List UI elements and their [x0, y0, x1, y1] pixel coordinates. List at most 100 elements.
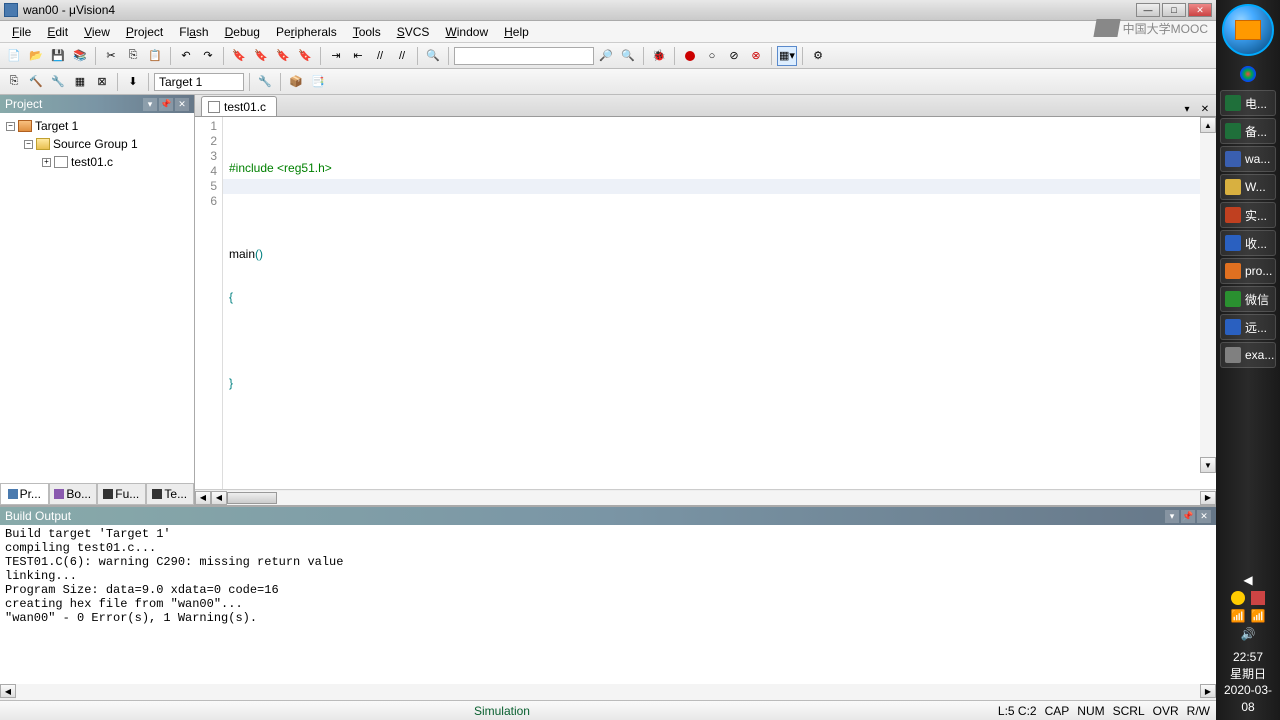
menu-peripherals[interactable]: Peripherals [268, 23, 345, 41]
save-all-button[interactable] [70, 46, 90, 66]
outdent-button[interactable] [348, 46, 368, 66]
new-button[interactable] [4, 46, 24, 66]
build-close-button[interactable]: ✕ [1197, 510, 1211, 523]
panel-close-button[interactable]: ✕ [175, 98, 189, 111]
taskbar-app-2[interactable]: wa... [1220, 146, 1276, 172]
breakpoint-kill-button[interactable]: ⊗ [746, 46, 766, 66]
editor-tab-test01[interactable]: test01.c [201, 96, 277, 116]
tab-project[interactable]: Pr... [0, 484, 49, 505]
taskbar-app-1[interactable]: 备... [1220, 118, 1276, 144]
editor-vscrollbar[interactable]: ▲ ▼ [1200, 117, 1216, 473]
clock[interactable]: 22:57 星期日 2020-03-08 [1220, 649, 1276, 716]
code-editor[interactable]: 1 2 3 4 5 6 #include <reg51.h> main() { [195, 117, 1216, 489]
menu-help[interactable]: Help [496, 23, 537, 41]
window-layout-button[interactable]: ▦▾ [777, 46, 797, 66]
menu-window[interactable]: Window [437, 23, 496, 41]
indent-button[interactable] [326, 46, 346, 66]
configure-button[interactable] [808, 46, 828, 66]
menu-tools[interactable]: Tools [345, 23, 389, 41]
tree-file-node[interactable]: + test01.c [2, 153, 192, 171]
scroll-up-button[interactable]: ▲ [1200, 117, 1216, 133]
bookmark-clear-button[interactable] [295, 46, 315, 66]
find-button[interactable] [423, 46, 443, 66]
bookmark-prev-button[interactable] [229, 46, 249, 66]
manage-rte-button[interactable]: 📑 [308, 72, 328, 92]
build-hscrollbar[interactable]: ◀ ▶ [0, 684, 1216, 700]
paste-button[interactable] [145, 46, 165, 66]
find-combo[interactable] [454, 47, 594, 65]
menu-edit[interactable]: Edit [39, 23, 76, 41]
find-in-files-button[interactable]: 🔎 [596, 46, 616, 66]
taskbar-app-5[interactable]: 收... [1220, 230, 1276, 256]
taskbar-app-7[interactable]: 微信 [1220, 286, 1276, 312]
breakpoint-enable-button[interactable]: ○ [702, 46, 722, 66]
project-tree[interactable]: − Target 1 − Source Group 1 + test01.c [0, 113, 194, 483]
scroll-down-button[interactable]: ▼ [1200, 457, 1216, 473]
debug-button[interactable] [649, 46, 669, 66]
expander-icon[interactable]: + [42, 158, 51, 167]
start-button[interactable] [1222, 4, 1274, 56]
copy-button[interactable] [123, 46, 143, 66]
tab-list-button[interactable]: ▾ [1180, 102, 1194, 116]
batch-build-button[interactable]: ▦ [70, 72, 90, 92]
scroll-left-button[interactable]: ◀ [195, 491, 211, 505]
menu-file[interactable]: File [4, 23, 39, 41]
minimize-button[interactable]: — [1136, 3, 1160, 17]
taskbar-app-9[interactable]: exa... [1220, 342, 1276, 368]
menu-project[interactable]: Project [118, 23, 171, 41]
build-pin-button[interactable]: 📌 [1181, 510, 1195, 523]
menu-flash[interactable]: Flash [171, 23, 216, 41]
save-button[interactable] [48, 46, 68, 66]
tray-expand-button[interactable]: ◀ [1243, 573, 1252, 587]
bookmark-next-button[interactable] [251, 46, 271, 66]
taskbar-app-8[interactable]: 远... [1220, 314, 1276, 340]
build-dropdown-button[interactable]: ▾ [1165, 510, 1179, 523]
target-options-button[interactable]: 🔧 [255, 72, 275, 92]
scroll-right-button[interactable]: ▶ [1200, 491, 1216, 505]
breakpoint-disable-button[interactable]: ⊘ [724, 46, 744, 66]
scroll-left2-button[interactable]: ◀ [211, 491, 227, 505]
tray-icon-2[interactable] [1251, 591, 1265, 605]
scroll-thumb[interactable] [227, 492, 277, 504]
open-button[interactable] [26, 46, 46, 66]
tray-icon-3[interactable]: 📶 [1231, 609, 1245, 623]
target-combo[interactable]: Target 1 [154, 73, 244, 91]
stop-build-button[interactable]: ⊠ [92, 72, 112, 92]
rebuild-button[interactable] [48, 72, 68, 92]
expander-icon[interactable]: − [24, 140, 33, 149]
tab-templates[interactable]: Te... [146, 484, 195, 505]
translate-button[interactable]: ⎘ [4, 72, 24, 92]
bookmark-toggle-button[interactable] [273, 46, 293, 66]
chrome-shortcut[interactable] [1240, 66, 1256, 82]
tab-books[interactable]: Bo... [49, 484, 98, 505]
undo-button[interactable] [176, 46, 196, 66]
volume-icon[interactable]: 🔊 [1241, 627, 1255, 641]
tab-close-button[interactable]: ✕ [1198, 102, 1212, 116]
close-button[interactable]: ✕ [1188, 3, 1212, 17]
cut-button[interactable] [101, 46, 121, 66]
taskbar-app-4[interactable]: 实... [1220, 202, 1276, 228]
build-output-text[interactable]: Build target 'Target 1' compiling test01… [0, 525, 1216, 684]
taskbar-app-6[interactable]: pro... [1220, 258, 1276, 284]
build-button[interactable] [26, 72, 46, 92]
tree-group-node[interactable]: − Source Group 1 [2, 135, 192, 153]
manage-components-button[interactable]: 📦 [286, 72, 306, 92]
incremental-find-button[interactable]: 🔍 [618, 46, 638, 66]
network-icon[interactable]: 📶 [1251, 609, 1265, 623]
download-button[interactable] [123, 72, 143, 92]
uncomment-button[interactable]: // [392, 46, 412, 66]
expander-icon[interactable]: − [6, 122, 15, 131]
panel-dropdown-button[interactable]: ▾ [143, 98, 157, 111]
tree-target-node[interactable]: − Target 1 [2, 117, 192, 135]
breakpoint-insert-button[interactable] [680, 46, 700, 66]
redo-button[interactable] [198, 46, 218, 66]
editor-hscrollbar[interactable]: ◀ ◀ ▶ [195, 489, 1216, 505]
menu-debug[interactable]: Debug [217, 23, 268, 41]
code-content[interactable]: #include <reg51.h> main() { } [223, 117, 1216, 489]
panel-pin-button[interactable]: 📌 [159, 98, 173, 111]
tray-icon-1[interactable] [1231, 591, 1245, 605]
menu-view[interactable]: View [76, 23, 118, 41]
taskbar-app-3[interactable]: W... [1220, 174, 1276, 200]
menu-svcs[interactable]: SVCS [389, 23, 438, 41]
maximize-button[interactable]: □ [1162, 3, 1186, 17]
